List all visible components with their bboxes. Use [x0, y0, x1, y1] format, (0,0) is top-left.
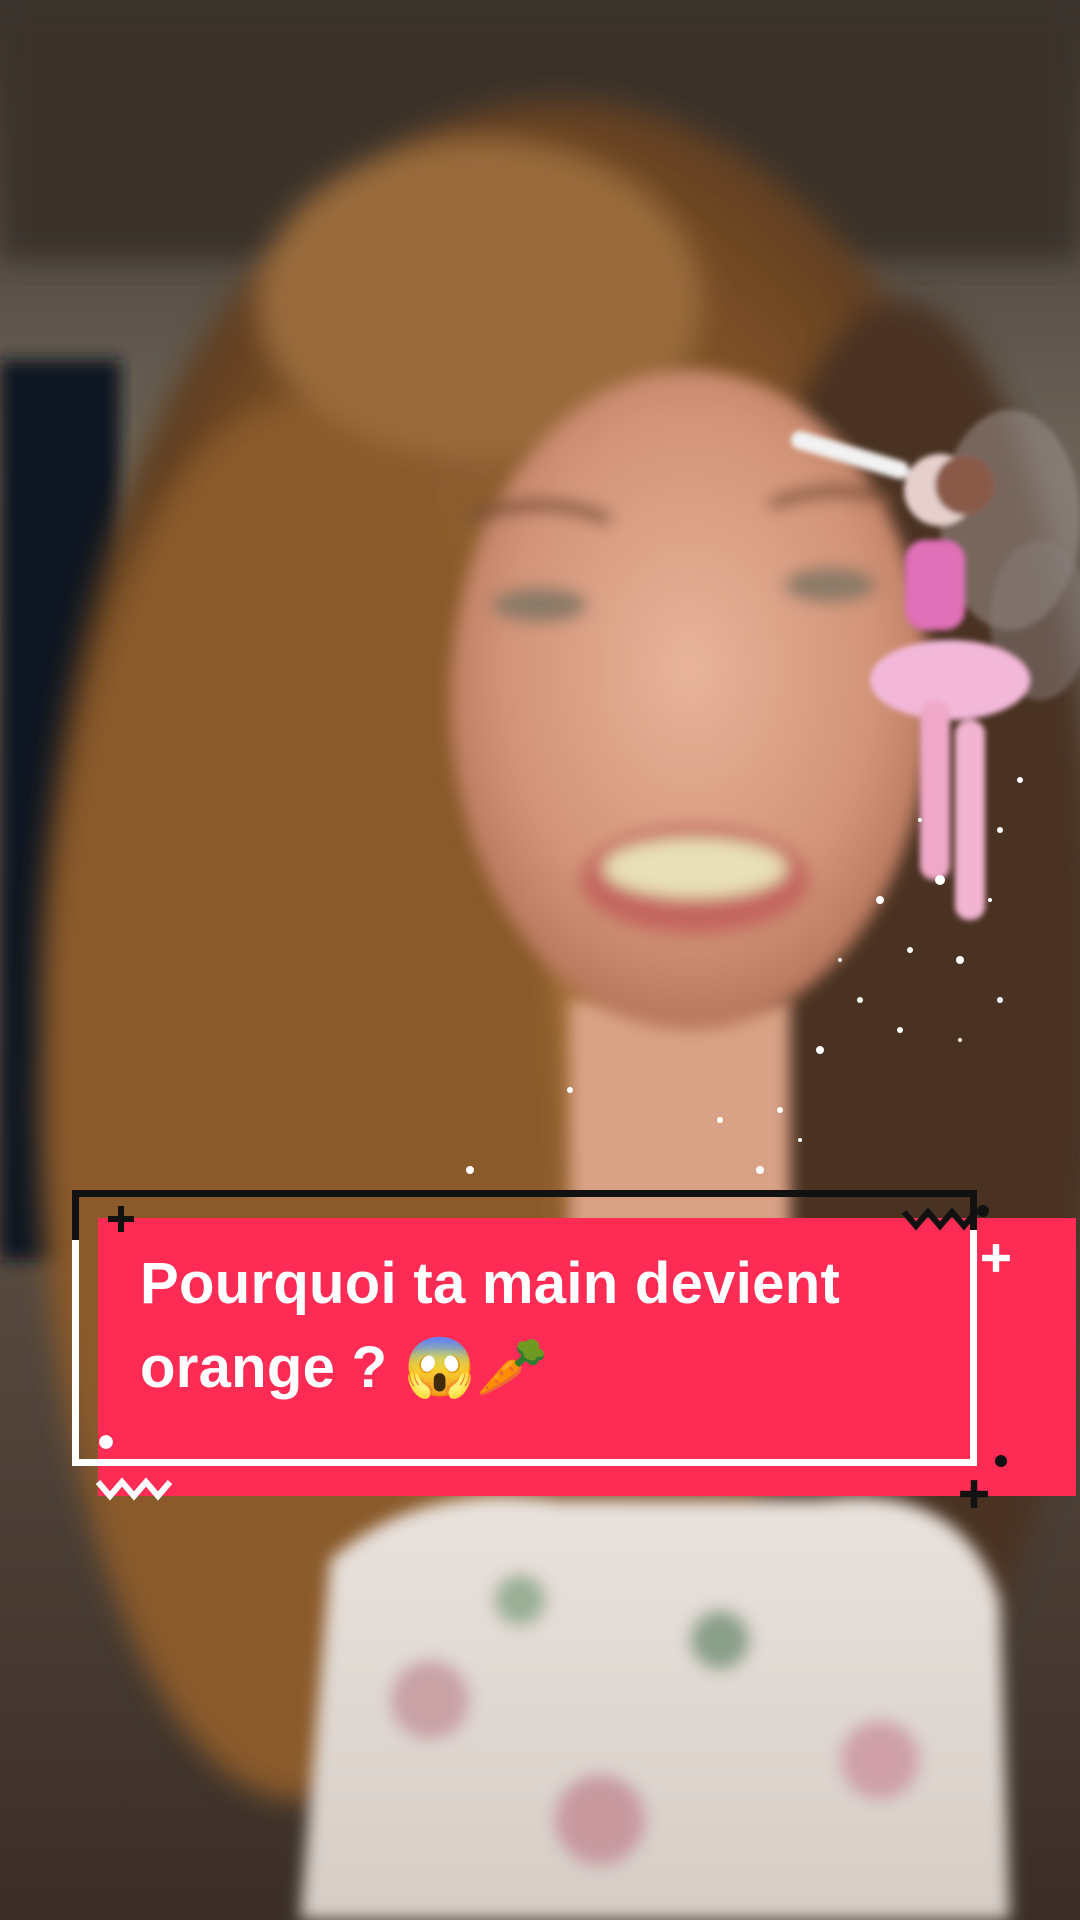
caption-frame-accent — [72, 1240, 79, 1466]
dot-decoration-icon — [995, 1455, 1007, 1467]
shirt — [300, 1496, 1010, 1920]
caption-card: Pourquoi ta main devient orange ? 😱🥕 — [72, 1190, 1076, 1510]
dot-decoration-icon — [99, 1435, 113, 1449]
caption-text: Pourquoi ta main devient orange ? 😱🥕 — [140, 1251, 841, 1400]
plus-decoration-icon — [108, 1206, 134, 1232]
plus-decoration-icon — [960, 1480, 988, 1508]
video-background — [0, 0, 1080, 1920]
video-frame: Pourquoi ta main devient orange ? 😱🥕 — [0, 0, 1080, 1920]
zigzag-decoration-icon — [96, 1477, 173, 1501]
zigzag-decoration-icon — [902, 1207, 979, 1231]
face — [450, 370, 930, 1030]
